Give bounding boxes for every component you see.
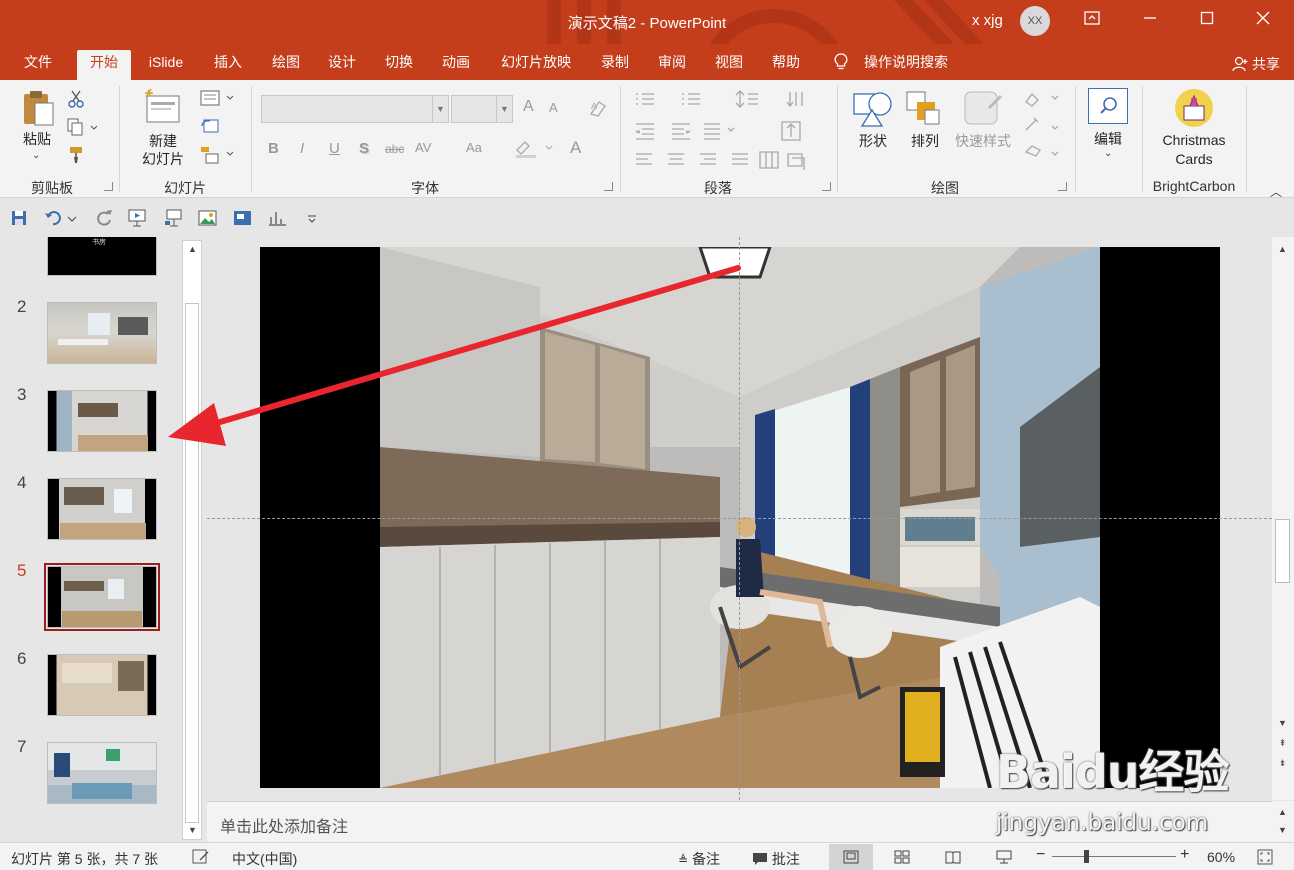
notes-toggle[interactable]: ≜ 备注 [678,849,720,869]
slideshow-icon [996,850,1012,864]
zoom-level[interactable]: 60% [1207,849,1235,865]
reading-view-button[interactable] [931,844,975,870]
zoom-out-button[interactable]: − [1036,846,1045,864]
zoom-in-button[interactable]: + [1180,846,1189,864]
normal-view-icon [843,850,859,864]
grid-icon [894,850,910,864]
language-status[interactable]: 中文(中国) [232,849,297,869]
accessibility-icon[interactable] [192,849,210,865]
editor-scroll-thumb[interactable] [1275,519,1290,583]
notes-placeholder[interactable]: 单击此处添加备注 [220,813,348,837]
scroll-up-icon[interactable]: ▲ [1274,241,1291,258]
comments-toggle[interactable]: 批注 [752,849,800,869]
scroll-down-icon[interactable]: ▼ [1274,822,1291,839]
zoom-slider-track[interactable] [1052,856,1176,857]
previous-slide-icon[interactable]: ⇞ [1274,735,1291,752]
editor-scrollbar[interactable]: ▲ ▼ ⇞ ⇟ [1272,237,1294,800]
baidu-url: jingyan.baidu.com [996,810,1209,836]
zoom-slider-thumb[interactable] [1084,850,1089,863]
notes-icon: ≜ [678,853,689,867]
next-slide-icon[interactable]: ⇟ [1274,755,1291,772]
scroll-up-icon[interactable]: ▲ [1274,804,1291,821]
baidu-logo: Baidu经验 [996,745,1230,799]
baidu-watermark: Baidu经验 jingyan.baidu.com [996,736,1236,846]
status-bar: 幻灯片 第 5 张，共 7 张 中文(中国) ≜ 备注 批注 − + 60% [0,842,1294,870]
fit-slide-icon[interactable] [1257,849,1273,865]
sorter-view-button[interactable] [880,844,924,870]
slideshow-view-button[interactable] [982,844,1026,870]
comment-icon [753,853,767,865]
comments-toggle-label: 批注 [771,851,800,867]
notes-toggle-label: 备注 [691,851,720,867]
slide-counter[interactable]: 幻灯片 第 5 张，共 7 张 [11,849,158,869]
scroll-down-icon[interactable]: ▼ [1274,715,1291,732]
notes-scrollbar[interactable]: ▲ ▼ [1272,801,1294,842]
book-icon [945,851,961,864]
normal-view-button[interactable] [829,844,873,870]
